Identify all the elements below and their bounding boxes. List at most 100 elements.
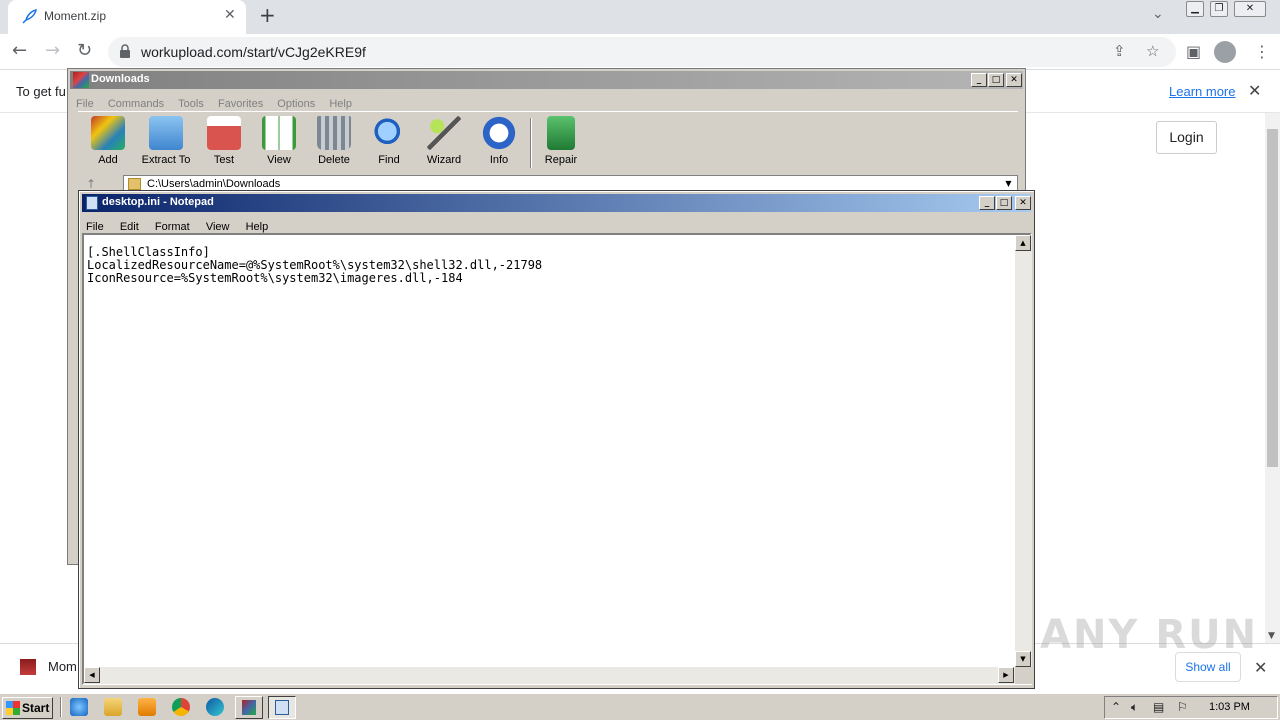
winrar-taskbar-icon (242, 700, 256, 715)
wizard-button[interactable]: Wizard (414, 116, 474, 166)
file-explorer-icon[interactable] (104, 698, 122, 716)
show-hidden-icons-arrow-icon[interactable]: ⌃ (1111, 700, 1121, 714)
winrar-app-icon (73, 72, 89, 88)
minimize-icon[interactable]: ▁ (1186, 1, 1204, 17)
test-clipboard-icon (207, 116, 241, 150)
notepad-text-area[interactable]: [.ShellClassInfo] LocalizedResourceName=… (82, 233, 1032, 685)
download-shelf-close-icon[interactable]: ✕ (1254, 658, 1267, 677)
system-tray: ⌃ 🔈︎ ▤ ⚐ 1:03 PM (1104, 696, 1278, 719)
volume-icon[interactable]: 🔈︎ (1131, 700, 1138, 715)
scroll-down-arrow-icon[interactable]: ▼ (1015, 651, 1031, 667)
repair-button[interactable]: Repair (531, 116, 591, 166)
folder-icon (128, 178, 141, 190)
notepad-menu-help[interactable]: Help (246, 221, 269, 233)
tab-search-chevron-icon[interactable]: ⌄ (1152, 6, 1164, 22)
lock-icon (120, 44, 130, 58)
notepad-vertical-scrollbar[interactable]: ▲ ▼ (1015, 235, 1032, 668)
winrar-menu-options[interactable]: Options (277, 98, 315, 110)
notepad-app-icon (86, 196, 98, 210)
scroll-right-arrow-icon[interactable]: ▶ (998, 667, 1014, 683)
scroll-left-arrow-icon[interactable]: ◀ (84, 667, 100, 683)
scroll-up-arrow-icon[interactable]: ▲ (1015, 235, 1031, 251)
start-label: Start (22, 701, 50, 715)
page-scroll-thumb[interactable] (1267, 129, 1278, 467)
bookmark-star-icon[interactable]: ☆ (1146, 42, 1159, 60)
notepad-content[interactable]: [.ShellClassInfo] LocalizedResourceName=… (87, 246, 542, 285)
notepad-close-icon[interactable]: ✕ (1015, 196, 1031, 210)
test-button[interactable]: Test (194, 116, 254, 166)
winrar-toolbar: Add Extract To Test View Delete Find Wiz… (78, 111, 1018, 171)
network-icon[interactable]: ▤ (1153, 700, 1164, 714)
scroll-down-arrow-icon[interactable]: ▼ (1268, 631, 1275, 641)
profile-avatar-icon[interactable] (1214, 41, 1236, 63)
size-grip-icon[interactable] (1015, 667, 1032, 684)
test-label: Test (213, 154, 235, 166)
view-label: View (267, 154, 291, 166)
tab-title: Moment.zip (44, 9, 107, 23)
restore-icon[interactable]: ❐ (1210, 1, 1228, 17)
reload-icon[interactable]: ↻ (77, 40, 92, 61)
download-item-name[interactable]: Mom (48, 659, 77, 674)
page-scrollbar[interactable]: ▼ (1265, 113, 1280, 643)
anyrun-watermark: ANY RUN (1040, 612, 1259, 658)
find-magnifier-icon (372, 116, 406, 150)
tab-close-icon[interactable]: ✕ (224, 7, 236, 23)
info-label: Info (489, 154, 509, 166)
view-button[interactable]: View (249, 116, 309, 166)
browser-tab[interactable]: Moment.zip ✕ (8, 0, 246, 34)
infobar-close-icon[interactable]: ✕ (1248, 81, 1261, 100)
notepad-menu-format[interactable]: Format (155, 221, 190, 233)
login-button[interactable]: Login (1156, 121, 1217, 154)
info-button[interactable]: Info (469, 116, 529, 166)
winrar-menu-help[interactable]: Help (329, 98, 352, 110)
find-button[interactable]: Find (359, 116, 419, 166)
winrar-menu-favorites[interactable]: Favorites (218, 98, 263, 110)
notepad-horizontal-scrollbar[interactable]: ◀ ▶ (84, 667, 1015, 684)
share-icon[interactable]: ⇪ (1113, 42, 1126, 60)
up-folder-arrow-icon[interactable]: ↑ (86, 177, 96, 191)
view-book-icon (262, 116, 296, 150)
extract-to-button[interactable]: Extract To (136, 116, 196, 166)
notepad-maximize-icon[interactable]: □ (996, 196, 1012, 210)
notepad-titlebar[interactable]: desktop.ini - Notepad _ □ ✕ (82, 194, 1031, 212)
internet-explorer-icon[interactable] (70, 698, 88, 716)
info-icon (482, 116, 516, 150)
winrar-menu-commands[interactable]: Commands (108, 98, 164, 110)
side-panel-icon[interactable]: ▣ (1186, 42, 1201, 61)
chrome-icon[interactable] (172, 698, 190, 716)
add-button[interactable]: Add (78, 116, 138, 166)
winrar-minimize-icon[interactable]: _ (971, 73, 987, 87)
forward-arrow-icon[interactable]: → (45, 40, 60, 61)
notepad-menu-file[interactable]: File (86, 221, 104, 233)
winrar-archive-icon (20, 659, 36, 675)
winrar-close-icon[interactable]: ✕ (1006, 73, 1022, 87)
winrar-menu-file[interactable]: File (76, 98, 94, 110)
notepad-window: desktop.ini - Notepad _ □ ✕ File Edit Fo… (78, 190, 1035, 689)
rocket-favicon-icon (22, 8, 38, 24)
close-icon[interactable]: ✕ (1234, 1, 1266, 17)
clock[interactable]: 1:03 PM (1209, 701, 1250, 713)
notepad-menu-view[interactable]: View (206, 221, 230, 233)
address-bar[interactable]: workupload.com/start/vCJg2eKRE9f ⇪ ☆ (108, 37, 1176, 67)
notepad-title: desktop.ini - Notepad (102, 196, 214, 208)
notepad-minimize-icon[interactable]: _ (979, 196, 995, 210)
winrar-titlebar[interactable]: Downloads _ □ ✕ (70, 71, 1023, 89)
path-dropdown-arrow-icon[interactable]: ▼ (1002, 177, 1015, 191)
start-button[interactable]: Start (2, 697, 53, 719)
edge-icon[interactable] (206, 698, 224, 716)
back-arrow-icon[interactable]: ← (12, 40, 27, 61)
winrar-menu-tools[interactable]: Tools (178, 98, 204, 110)
learn-more-link[interactable]: Learn more (1169, 84, 1235, 99)
wizard-label: Wizard (426, 154, 462, 166)
taskbar-notepad-button[interactable] (268, 696, 296, 719)
delete-label: Delete (318, 154, 350, 166)
notepad-menu-edit[interactable]: Edit (120, 221, 139, 233)
menu-kebab-icon[interactable]: ⋮ (1254, 42, 1270, 61)
extract-folder-icon (149, 116, 183, 150)
delete-button[interactable]: Delete (304, 116, 364, 166)
action-center-flag-icon[interactable]: ⚐ (1177, 700, 1188, 714)
new-tab-button[interactable]: + (259, 3, 276, 27)
winrar-maximize-icon[interactable]: □ (988, 73, 1004, 87)
taskbar-winrar-button[interactable] (235, 696, 263, 719)
media-player-icon[interactable] (138, 698, 156, 716)
